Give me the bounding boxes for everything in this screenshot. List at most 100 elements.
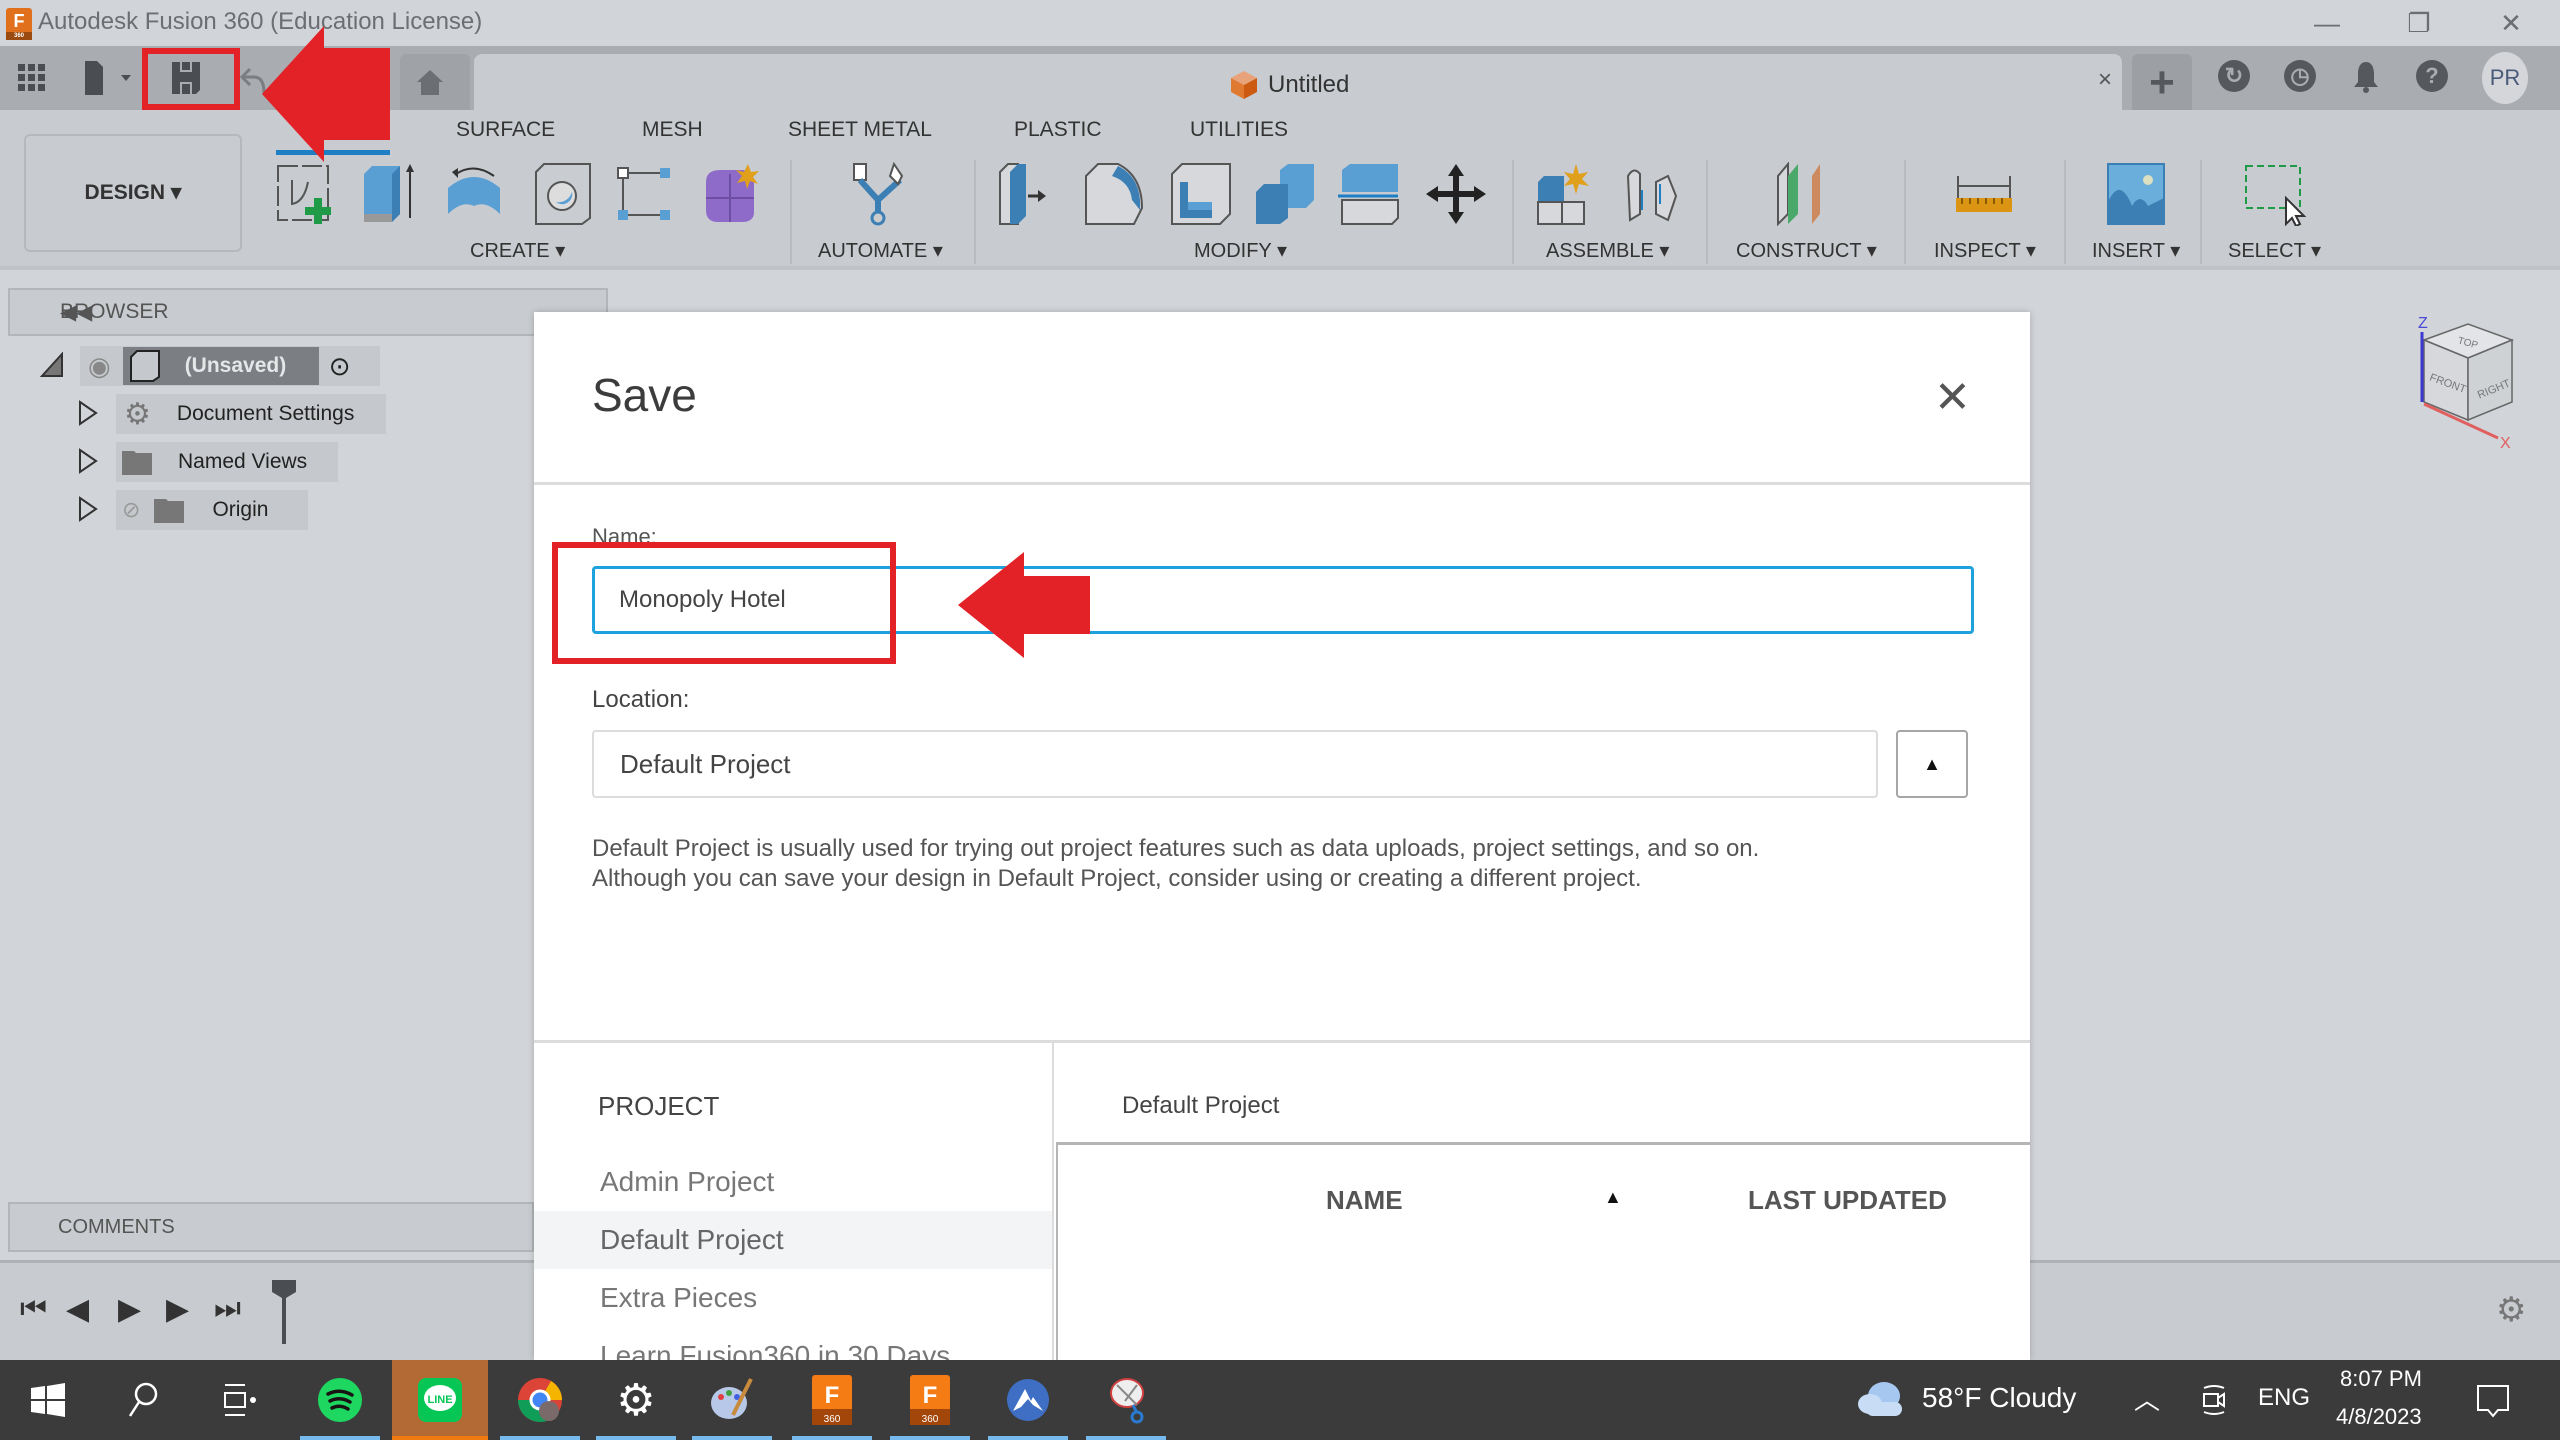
sort-ascending-icon[interactable]: ▲	[1604, 1187, 1622, 1208]
tab-surface[interactable]: SURFACE	[456, 118, 555, 142]
task-view-icon[interactable]	[192, 1360, 288, 1440]
tab-plastic[interactable]: PLASTIC	[1014, 118, 1102, 142]
spotify-icon[interactable]	[292, 1360, 388, 1440]
paint-icon[interactable]	[684, 1360, 780, 1440]
expand-arrow-icon[interactable]	[78, 400, 98, 431]
automate-icon[interactable]	[850, 161, 914, 226]
user-avatar[interactable]: PR	[2482, 52, 2528, 104]
browser-root-row[interactable]: ◉ (Unsaved) ⊙	[80, 346, 380, 386]
action-center-icon[interactable]	[2476, 1384, 2510, 1423]
go-to-end-button[interactable]: ⏭	[214, 1292, 241, 1326]
sync-icon[interactable]: ↻	[2218, 60, 2250, 92]
create-sketch-icon[interactable]	[274, 162, 338, 226]
select-window-icon[interactable]	[2242, 162, 2307, 228]
modify-menu[interactable]: MODIFY ▾	[1194, 238, 1287, 263]
construct-menu[interactable]: CONSTRUCT ▾	[1736, 238, 1877, 263]
expand-root-icon[interactable]	[39, 351, 64, 383]
meet-now-camera-icon[interactable]	[2200, 1384, 2228, 1421]
insert-menu[interactable]: INSERT ▾	[2092, 238, 2180, 263]
apps-grid-icon[interactable]	[14, 60, 50, 96]
file-menu-icon[interactable]	[80, 60, 136, 96]
step-back-button[interactable]: ◀	[66, 1292, 89, 1327]
create-form-icon[interactable]	[698, 162, 762, 226]
fillet-icon[interactable]	[1082, 162, 1146, 226]
step-forward-button[interactable]: ▶	[166, 1292, 189, 1327]
input-language[interactable]: ENG	[2258, 1384, 2310, 1412]
offset-face-icon[interactable]	[1338, 162, 1402, 226]
close-window-button[interactable]: ✕	[2476, 4, 2546, 42]
insert-image-icon[interactable]	[2104, 162, 2168, 226]
browser-item-origin[interactable]: ⊘ Origin	[116, 490, 308, 530]
files-breadcrumb[interactable]: Default Project	[1122, 1092, 1279, 1120]
job-status-icon[interactable]: ◷	[2284, 60, 2316, 92]
settings-icon[interactable]: ⚙	[588, 1360, 684, 1440]
tab-mesh[interactable]: MESH	[642, 118, 703, 142]
select-menu[interactable]: SELECT ▾	[2228, 238, 2321, 263]
automate-menu[interactable]: AUTOMATE ▾	[818, 238, 943, 263]
workspace-switcher[interactable]: DESIGN ▾	[24, 134, 242, 252]
tab-utilities[interactable]: UTILITIES	[1190, 118, 1288, 142]
fusion360-icon[interactable]: F 360	[882, 1360, 978, 1440]
fusion360-icon[interactable]: F 360	[784, 1360, 880, 1440]
location-select[interactable]: Default Project	[592, 730, 1878, 798]
assemble-menu[interactable]: ASSEMBLE ▾	[1546, 238, 1669, 263]
group-divider	[1512, 160, 1514, 264]
browser-item-named-views[interactable]: Named Views	[116, 442, 338, 482]
document-tab-title[interactable]: Untitled	[1230, 70, 1349, 100]
new-component-icon[interactable]	[1536, 162, 1600, 226]
move-copy-icon[interactable]	[1424, 162, 1488, 226]
clock-time[interactable]: 8:07 PM	[2340, 1366, 2422, 1392]
search-icon[interactable]	[96, 1360, 192, 1440]
expand-arrow-icon[interactable]	[78, 496, 98, 527]
activate-radio-icon[interactable]: ⊙	[329, 351, 351, 382]
chrome-icon[interactable]	[492, 1360, 588, 1440]
project-item-default[interactable]: Default Project	[534, 1211, 1052, 1269]
minimize-button[interactable]: —	[2292, 4, 2362, 42]
weather-text[interactable]: 58°F Cloudy	[1922, 1382, 2076, 1414]
nordvpn-icon[interactable]	[980, 1360, 1076, 1440]
combine-icon[interactable]	[1252, 162, 1316, 226]
close-tab-button[interactable]: ×	[2098, 66, 2112, 94]
close-dialog-button[interactable]: ✕	[1934, 372, 1971, 423]
comments-panel[interactable]: COMMENTS	[8, 1202, 534, 1252]
start-icon[interactable]	[0, 1360, 96, 1440]
inspect-menu[interactable]: INSPECT ▾	[1934, 238, 2036, 263]
column-header-name[interactable]: NAME	[1326, 1185, 1403, 1216]
snipping-tool-icon[interactable]	[1078, 1360, 1174, 1440]
timeline-marker[interactable]	[272, 1280, 296, 1344]
browser-panel-header[interactable]: ◀◀ BROWSER	[8, 288, 608, 336]
press-pull-icon[interactable]	[996, 162, 1060, 226]
annotation-highlight-save	[142, 48, 240, 110]
viewcube[interactable]: Z X TOP FRONT RIGHT	[2410, 310, 2540, 452]
show-hidden-icons-chevron-up-icon[interactable]: ︿	[2134, 1380, 2160, 1417]
pattern-icon[interactable]	[614, 162, 678, 226]
joint-icon[interactable]	[1620, 162, 1684, 226]
clock-date[interactable]: 4/8/2023	[2336, 1404, 2422, 1430]
hidden-eye-icon[interactable]: ⊘	[122, 497, 140, 523]
timeline-settings-gear-icon[interactable]: ⚙	[2496, 1290, 2526, 1330]
column-header-last-updated[interactable]: LAST UPDATED	[1748, 1185, 1947, 1216]
measure-icon[interactable]	[1952, 162, 2016, 226]
help-icon[interactable]: ?	[2416, 60, 2448, 92]
weather-cloud-icon[interactable]	[1856, 1378, 1906, 1423]
project-item-extra-pieces[interactable]: Extra Pieces	[534, 1269, 1052, 1327]
play-button[interactable]: ▶	[118, 1292, 141, 1327]
location-toggle-button[interactable]: ▲	[1896, 730, 1968, 798]
hole-icon[interactable]	[530, 162, 594, 226]
new-tab-button[interactable]: +	[2132, 54, 2192, 110]
revolve-icon[interactable]	[442, 162, 506, 226]
extrude-icon[interactable]	[358, 162, 422, 226]
create-menu[interactable]: CREATE ▾	[470, 238, 565, 263]
browser-item-document-settings[interactable]: ⚙ Document Settings	[116, 394, 386, 434]
offset-plane-icon[interactable]	[1774, 161, 1838, 227]
line-icon[interactable]: LINE	[392, 1360, 488, 1440]
notifications-icon[interactable]	[2352, 60, 2380, 99]
restore-button[interactable]: ❐	[2384, 4, 2454, 42]
go-to-start-button[interactable]: ⏮	[20, 1292, 47, 1326]
project-item-admin[interactable]: Admin Project	[534, 1153, 1052, 1211]
visibility-eye-icon[interactable]: ◉	[88, 351, 111, 382]
tab-sheet-metal[interactable]: SHEET METAL	[788, 118, 932, 142]
expand-arrow-icon[interactable]	[78, 448, 98, 479]
shell-icon[interactable]	[1168, 162, 1232, 226]
project-item-learn-fusion[interactable]: Learn Fusion360 in 30 Days	[534, 1327, 1052, 1360]
